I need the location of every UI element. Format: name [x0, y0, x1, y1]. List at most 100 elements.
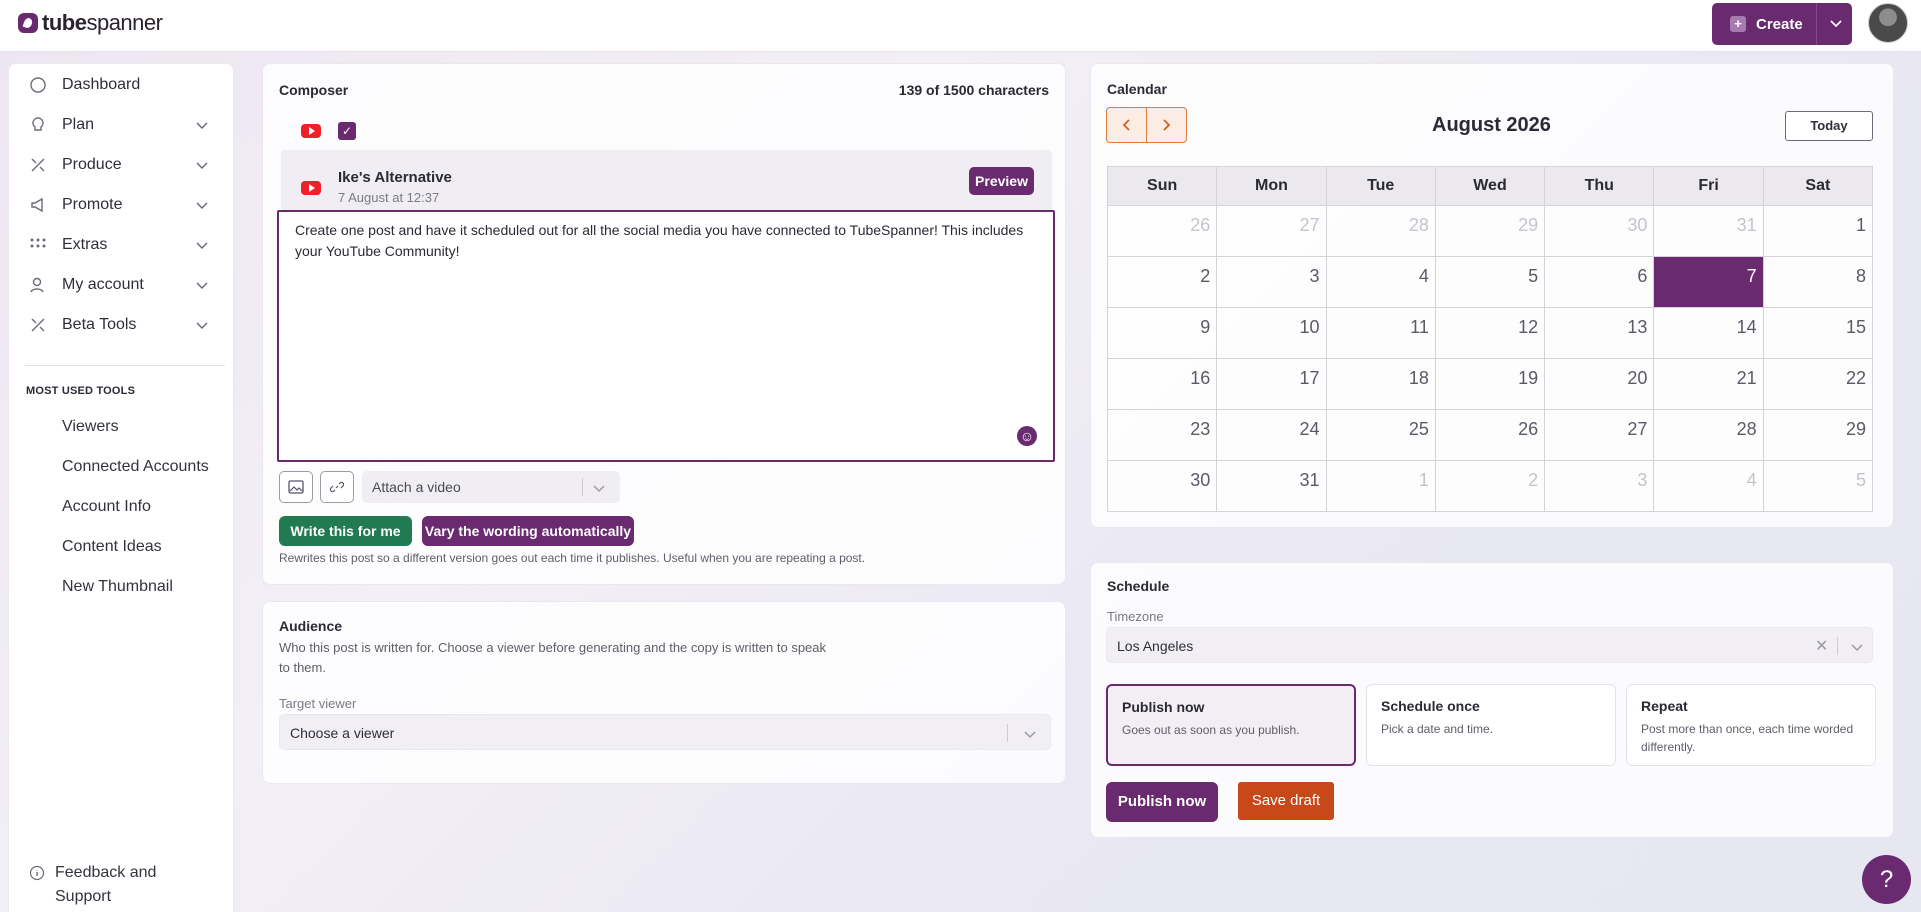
- timezone-value: Los Angeles: [1117, 638, 1194, 654]
- tool-link-account-info[interactable]: Account Info: [62, 498, 151, 516]
- create-button[interactable]: + Create: [1712, 3, 1852, 45]
- calendar-day[interactable]: 18: [1325, 358, 1436, 410]
- calendar-day[interactable]: 27: [1216, 205, 1327, 257]
- today-button[interactable]: Today: [1785, 111, 1873, 141]
- sidebar-item-my-account[interactable]: My account: [9, 267, 235, 303]
- calendar-day[interactable]: 17: [1216, 358, 1327, 410]
- calendar-day[interactable]: 30: [1544, 205, 1655, 257]
- calendar-day-selected[interactable]: 7: [1653, 256, 1764, 308]
- sidebar: Dashboard Plan Produce Promote Extras My…: [8, 63, 234, 912]
- calendar-day[interactable]: 27: [1544, 409, 1655, 461]
- calendar-day[interactable]: 31: [1653, 205, 1764, 257]
- sidebar-item-extras[interactable]: Extras: [9, 227, 235, 263]
- preview-button[interactable]: Preview: [969, 167, 1034, 195]
- calendar-day[interactable]: 3: [1216, 256, 1327, 308]
- calendar-day[interactable]: 11: [1325, 307, 1436, 359]
- chevron-right-icon: [1163, 119, 1171, 131]
- tool-link-connected-accounts[interactable]: Connected Accounts: [62, 458, 209, 476]
- calendar-card: Calendar August 2026 Today Sun Mon Tue W…: [1090, 63, 1894, 528]
- audience-card: Audience Who this post is written for. C…: [262, 601, 1066, 784]
- calendar-day[interactable]: 13: [1544, 307, 1655, 359]
- target-viewer-select[interactable]: Choose a viewer: [279, 714, 1051, 750]
- calendar-day[interactable]: 24: [1216, 409, 1327, 461]
- calendar-day[interactable]: 25: [1325, 409, 1436, 461]
- option-publish-now[interactable]: Publish now Goes out as soon as you publ…: [1106, 684, 1356, 766]
- post-text-editor[interactable]: Create one post and have it scheduled ou…: [277, 210, 1055, 462]
- vary-help-text: Rewrites this post so a different versio…: [279, 551, 866, 565]
- chevron-down-icon: [196, 122, 208, 130]
- calendar-week: 2 3 4 5 6 7 8: [1106, 256, 1874, 308]
- calendar-day[interactable]: 22: [1762, 358, 1874, 410]
- sidebar-item-promote[interactable]: Promote: [9, 187, 235, 223]
- emoji-icon[interactable]: ☺: [1017, 426, 1037, 446]
- youtube-icon[interactable]: [301, 124, 321, 138]
- calendar-day[interactable]: 10: [1216, 307, 1327, 359]
- link-button[interactable]: [320, 471, 354, 503]
- calendar-day[interactable]: 5: [1762, 460, 1874, 512]
- tool-link-viewers[interactable]: Viewers: [62, 418, 119, 436]
- calendar-day[interactable]: 9: [1106, 307, 1218, 359]
- weekday-header-row: Sun Mon Tue Wed Thu Fri Sat: [1106, 166, 1874, 206]
- option-schedule-once[interactable]: Schedule once Pick a date and time.: [1366, 684, 1616, 766]
- calendar-day[interactable]: 28: [1653, 409, 1764, 461]
- tool-link-new-thumbnail[interactable]: New Thumbnail: [62, 578, 173, 596]
- calendar-day[interactable]: 26: [1106, 205, 1218, 257]
- sidebar-item-plan[interactable]: Plan: [9, 107, 235, 143]
- lightbulb-icon: [32, 117, 44, 131]
- chevron-down-icon: [196, 282, 208, 290]
- sidebar-item-produce[interactable]: Produce: [9, 147, 235, 183]
- youtube-icon: [301, 181, 321, 195]
- calendar-day[interactable]: 2: [1434, 460, 1546, 512]
- logo-text-light: spanner: [86, 10, 163, 35]
- vary-wording-button[interactable]: Vary the wording automatically: [422, 516, 634, 546]
- write-for-me-button[interactable]: Write this for me: [279, 516, 412, 546]
- calendar-day[interactable]: 28: [1325, 205, 1436, 257]
- logo-icon: [18, 13, 38, 33]
- attach-video-select[interactable]: Attach a video: [362, 471, 620, 503]
- tool-link-content-ideas[interactable]: Content Ideas: [62, 538, 162, 556]
- calendar-day[interactable]: 14: [1653, 307, 1764, 359]
- calendar-day[interactable]: 31: [1216, 460, 1327, 512]
- help-button[interactable]: ?: [1862, 855, 1911, 904]
- save-draft-button[interactable]: Save draft: [1238, 782, 1334, 820]
- calendar-day[interactable]: 8: [1762, 256, 1874, 308]
- calendar-day[interactable]: 2: [1106, 256, 1218, 308]
- calendar-week: 23 24 25 26 27 28 29: [1106, 409, 1874, 461]
- calendar-day[interactable]: 3: [1544, 460, 1655, 512]
- image-upload-button[interactable]: [279, 471, 313, 503]
- calendar-day[interactable]: 15: [1762, 307, 1874, 359]
- calendar-day[interactable]: 23: [1106, 409, 1218, 461]
- calendar-day[interactable]: 29: [1762, 409, 1874, 461]
- clear-icon[interactable]: ✕: [1815, 636, 1828, 656]
- chevron-down-icon: [196, 202, 208, 210]
- calendar-day[interactable]: 4: [1653, 460, 1764, 512]
- logo[interactable]: tubespanner: [18, 10, 163, 36]
- publish-now-button[interactable]: Publish now: [1106, 782, 1218, 822]
- timezone-select[interactable]: Los Angeles ✕: [1106, 627, 1873, 663]
- avatar[interactable]: [1868, 3, 1908, 43]
- weekday-header: Sun: [1106, 166, 1218, 206]
- calendar-day[interactable]: 1: [1325, 460, 1436, 512]
- sidebar-item-dashboard[interactable]: Dashboard: [9, 67, 235, 103]
- account-checkbox[interactable]: ✓: [338, 122, 356, 140]
- calendar-day[interactable]: 21: [1653, 358, 1764, 410]
- megaphone-icon: [31, 197, 43, 213]
- post-time: 7 August at 12:37: [338, 190, 440, 205]
- calendar-day[interactable]: 16: [1106, 358, 1218, 410]
- calendar-day[interactable]: 29: [1434, 205, 1546, 257]
- chevron-down-icon[interactable]: [1828, 15, 1844, 31]
- calendar-day[interactable]: 5: [1434, 256, 1546, 308]
- sidebar-item-beta-tools[interactable]: Beta Tools: [9, 307, 235, 343]
- calendar-day[interactable]: 26: [1434, 409, 1546, 461]
- calendar-day[interactable]: 1: [1762, 205, 1874, 257]
- calendar-day[interactable]: 19: [1434, 358, 1546, 410]
- calendar-day[interactable]: 30: [1106, 460, 1218, 512]
- calendar-day[interactable]: 6: [1544, 256, 1655, 308]
- calendar-day[interactable]: 4: [1325, 256, 1436, 308]
- option-repeat[interactable]: Repeat Post more than once, each time wo…: [1626, 684, 1876, 766]
- option-title: Schedule once: [1381, 698, 1480, 714]
- calendar-day[interactable]: 12: [1434, 307, 1546, 359]
- previous-month-button[interactable]: [1107, 108, 1146, 142]
- calendar-day[interactable]: 20: [1544, 358, 1655, 410]
- next-month-button[interactable]: [1147, 108, 1186, 142]
